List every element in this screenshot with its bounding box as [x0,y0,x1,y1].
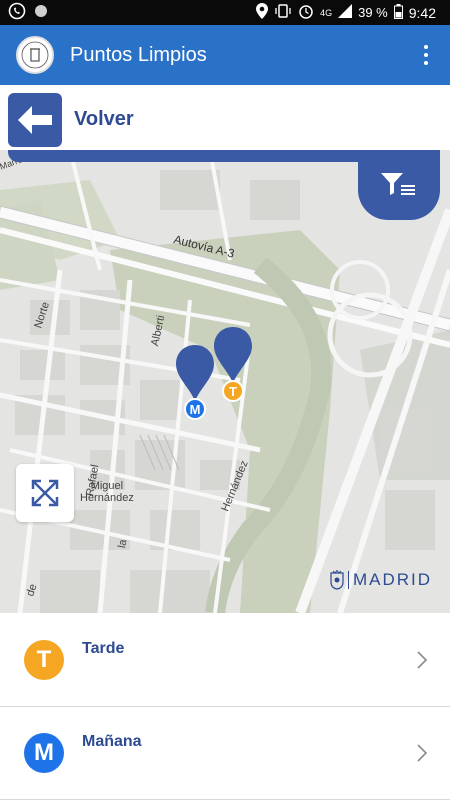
list-item-label: Mañana [82,733,142,750]
filter-icon [381,173,415,195]
list-item-label: Tarde [82,640,125,657]
notification-dot-icon [34,4,48,21]
time-label: 9:42 [408,4,436,21]
back-label[interactable]: Volver [74,108,134,131]
map-marker-tarde[interactable]: T [212,325,254,403]
app-logo-icon [16,36,54,74]
chevron-right-icon [417,651,428,669]
expand-map-button[interactable] [16,464,74,522]
map-view[interactable]: Autovía A-3 Norte Alberti Rafael Hernánd… [0,150,450,613]
network-type-label: 4G [320,7,333,18]
madrid-logo: MADRID [330,570,432,590]
arrow-left-icon [18,105,52,134]
road-label-la: la [116,538,130,550]
back-button[interactable] [8,92,62,147]
tarde-badge-icon: T [24,640,64,680]
whatsapp-icon [8,2,26,23]
expand-icon [31,479,59,507]
filter-button[interactable] [358,150,440,220]
alarm-icon [298,3,314,22]
app-title: Puntos Limpios [70,43,207,66]
madrid-watermark: MADRID [353,570,433,589]
overflow-menu-icon[interactable] [424,45,428,65]
road-label-miguel-hernandez: Miguel Hernández [80,480,134,504]
app-bar: Puntos Limpios [0,25,450,85]
list-item-tarde[interactable]: T Tarde [0,614,450,707]
status-bar: 4G 39 % 9:42 [0,0,450,25]
marker-letter-m: M [190,402,201,417]
madrid-crest-icon [330,570,344,590]
chevron-right-icon [417,744,428,762]
location-icon [256,3,269,22]
map-marker-manana[interactable]: M [174,343,216,421]
battery-icon [393,3,403,22]
battery-label: 39 % [358,5,388,20]
marker-letter-t: T [229,384,237,399]
signal-icon [338,4,353,21]
back-bar[interactable]: Volver [0,85,450,155]
manana-badge-icon: M [24,733,64,773]
vibrate-icon [274,4,292,21]
list-item-manana[interactable]: M Mañana [0,707,450,800]
